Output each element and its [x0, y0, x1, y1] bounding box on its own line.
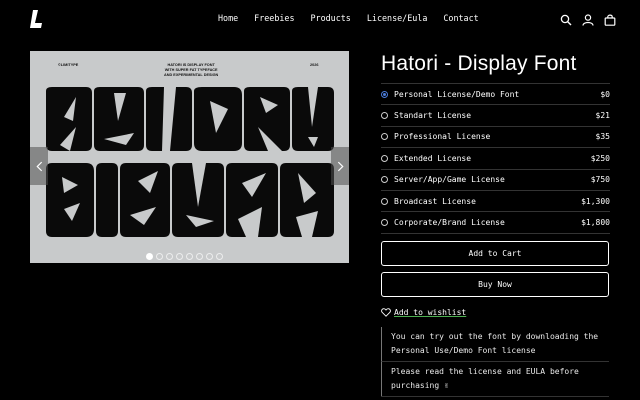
license-option-price: $21: [595, 111, 610, 121]
product-image-gallery[interactable]: ©LIMITYPE HATORI IS DISPLAY FONT WITH SU…: [30, 51, 349, 263]
radio[interactable]: [381, 154, 388, 162]
gallery-dot[interactable]: [196, 253, 203, 260]
license-option-price: $0: [600, 89, 610, 99]
search-icon[interactable]: [560, 11, 572, 26]
poster-year: 2026: [310, 63, 319, 67]
add-to-cart-button[interactable]: Add to Cart: [381, 241, 609, 266]
license-option-professional[interactable]: Professional License $35: [381, 127, 610, 149]
license-option-price: $1,300: [581, 196, 610, 206]
nav-contact[interactable]: Contact: [443, 13, 478, 23]
note-demo: You can try out the font by downloading …: [381, 327, 609, 361]
license-option-name: Personal License/Demo Font: [394, 89, 520, 99]
product-title: Hatori - Display Font: [381, 52, 577, 75]
radio-selected[interactable]: [381, 90, 388, 98]
gallery-dot[interactable]: [176, 253, 183, 260]
license-option-price: $35: [595, 132, 610, 142]
radio[interactable]: [381, 176, 388, 184]
gallery-dot[interactable]: [206, 253, 213, 260]
brand-logo[interactable]: [30, 10, 44, 28]
radio[interactable]: [381, 197, 388, 205]
poster-brand: ©LIMITYPE: [58, 63, 79, 67]
wishlist-label: Add to wishlist: [394, 308, 467, 317]
nav-home[interactable]: Home: [218, 13, 238, 23]
main-nav: Home Freebies Products License/Eula Cont…: [218, 13, 479, 23]
nav-license-eula[interactable]: License/Eula: [367, 13, 428, 23]
gallery-next-button[interactable]: [331, 147, 349, 185]
nav-freebies[interactable]: Freebies: [254, 13, 294, 23]
license-option-corporate-brand[interactable]: Corporate/Brand License $1,800: [381, 212, 610, 234]
license-option-name: Server/App/Game License: [394, 175, 505, 185]
gallery-prev-button[interactable]: [30, 147, 48, 185]
license-option-name: Corporate/Brand License: [394, 218, 505, 228]
add-to-wishlist-link[interactable]: Add to wishlist: [381, 308, 466, 317]
poster-word-hatori: [46, 87, 334, 151]
radio[interactable]: [381, 133, 388, 141]
gallery-dot[interactable]: [186, 253, 193, 260]
chevron-left-icon: [35, 161, 42, 171]
cart-icon[interactable]: [604, 11, 616, 26]
gallery-dot[interactable]: [146, 253, 153, 260]
license-option-standart[interactable]: Standart License $21: [381, 105, 610, 127]
poster-blurb-line: AND EXPERIMENTAL DESIGN: [164, 72, 219, 77]
license-options: Personal License/Demo Font $0 Standart L…: [381, 83, 610, 234]
license-option-name: Standart License: [394, 111, 472, 121]
note-eula: Please read the license and EULA before …: [381, 361, 609, 396]
poster-word-second: [46, 163, 334, 237]
buy-now-button[interactable]: Buy Now: [381, 272, 609, 297]
poster-blurb-line: WITH SUPER FAT TYPEFACE: [164, 67, 218, 72]
gallery-dot[interactable]: [166, 253, 173, 260]
license-option-personal[interactable]: Personal License/Demo Font $0: [381, 84, 610, 106]
nav-products[interactable]: Products: [311, 13, 351, 23]
license-option-price: $250: [590, 153, 610, 163]
gallery-dots: [146, 253, 223, 260]
license-option-name: Extended License: [394, 153, 472, 163]
divider: [381, 396, 609, 397]
license-notes: You can try out the font by downloading …: [381, 327, 609, 396]
poster-blurb-line: HATORI IS DISPLAY FONT: [167, 63, 215, 67]
license-option-name: Professional License: [394, 132, 491, 142]
license-option-price: $750: [590, 175, 610, 185]
license-option-server-app-game[interactable]: Server/App/Game License $750: [381, 170, 610, 191]
heart-icon: [381, 308, 391, 317]
account-icon[interactable]: [582, 11, 594, 26]
gallery-dot[interactable]: [216, 253, 223, 260]
radio[interactable]: [381, 219, 388, 227]
chevron-right-icon: [337, 161, 344, 171]
gallery-dot[interactable]: [156, 253, 163, 260]
poster-blurb: HATORI IS DISPLAY FONT WITH SUPER FAT TY…: [164, 63, 218, 77]
radio[interactable]: [381, 112, 388, 120]
header-icons: [560, 11, 616, 26]
license-option-name: Broadcast License: [394, 196, 476, 206]
license-option-broadcast[interactable]: Broadcast License $1,300: [381, 191, 610, 213]
license-option-price: $1,800: [581, 218, 610, 228]
license-option-extended[interactable]: Extended License $250: [381, 148, 610, 170]
